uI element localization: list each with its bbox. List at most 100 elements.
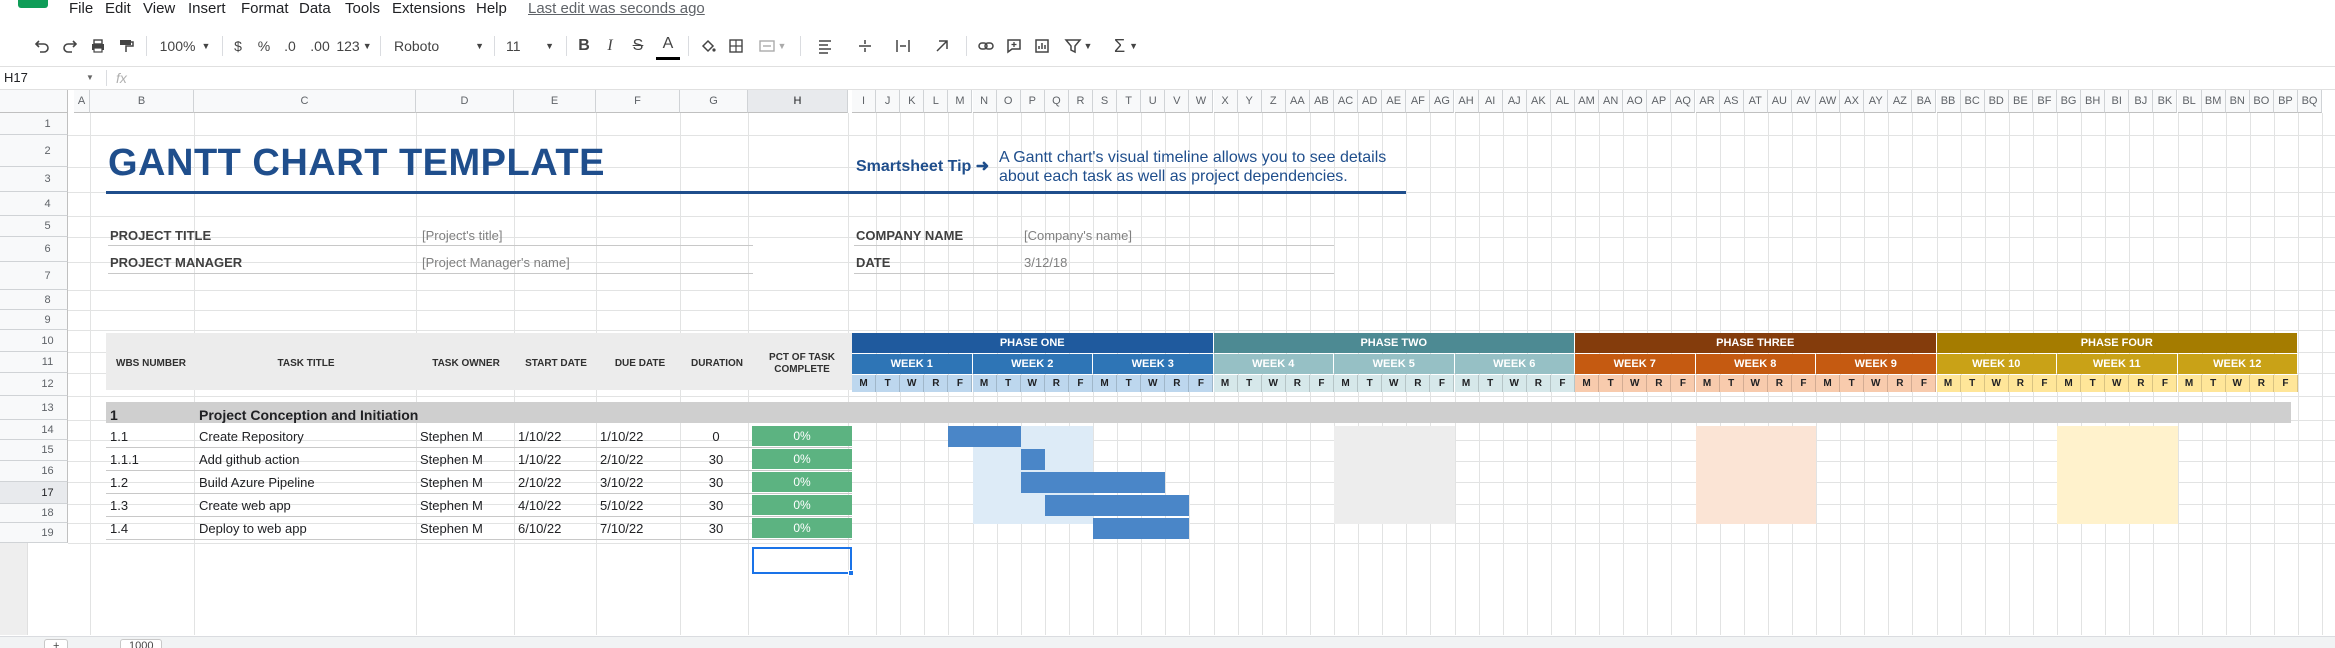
column-header[interactable]: AT — [1743, 90, 1768, 113]
column-header[interactable]: AW — [1816, 90, 1841, 113]
zoom-select[interactable]: 100% ▼ — [156, 28, 214, 64]
task-title[interactable]: Create Repository — [199, 429, 304, 445]
menu-view[interactable]: View — [143, 0, 175, 18]
column-header[interactable]: F — [596, 90, 680, 113]
menu-edit[interactable]: Edit — [105, 0, 131, 18]
task-owner[interactable]: Stephen M — [420, 429, 483, 445]
task-wbs[interactable]: 1.2 — [110, 475, 128, 491]
task-start-date[interactable]: 6/10/22 — [518, 521, 561, 537]
column-header[interactable]: J — [876, 90, 901, 113]
task-duration[interactable]: 0 — [690, 429, 742, 445]
text-rotation-icon[interactable] — [926, 28, 958, 64]
task-pct-complete[interactable]: 0% — [752, 472, 852, 492]
column-header[interactable]: AD — [1358, 90, 1383, 113]
menu-tools[interactable]: Tools — [345, 0, 380, 18]
fill-handle[interactable] — [848, 570, 854, 576]
gantt-bar[interactable] — [948, 426, 1021, 447]
text-wrap-icon[interactable] — [888, 28, 918, 64]
task-duration[interactable]: 30 — [690, 475, 742, 491]
column-header[interactable]: AB — [1309, 90, 1334, 113]
row-header[interactable]: 8 — [0, 290, 68, 310]
task-pct-complete[interactable]: 0% — [752, 518, 852, 538]
task-wbs[interactable]: 1.4 — [110, 521, 128, 537]
column-header[interactable]: AN — [1599, 90, 1624, 113]
column-header[interactable]: M — [948, 90, 973, 113]
column-header[interactable]: B — [90, 90, 194, 113]
task-duration[interactable]: 30 — [690, 498, 742, 514]
column-header[interactable]: AZ — [1888, 90, 1913, 113]
column-header[interactable]: BO — [2249, 90, 2274, 113]
column-header[interactable]: AU — [1767, 90, 1792, 113]
insert-link-icon[interactable] — [974, 28, 998, 64]
column-header[interactable]: AO — [1623, 90, 1648, 113]
column-header[interactable]: AI — [1478, 90, 1503, 113]
section-wbs[interactable]: 1 — [110, 407, 118, 423]
task-pct-complete[interactable]: 0% — [752, 449, 852, 469]
project-title-value[interactable]: [Project's title] — [422, 228, 503, 243]
column-header[interactable]: O — [996, 90, 1021, 113]
column-header[interactable]: AV — [1791, 90, 1816, 113]
gantt-bar[interactable] — [1020, 472, 1166, 493]
sheet-tab[interactable]: 1000 — [120, 639, 163, 648]
task-due-date[interactable]: 2/10/22 — [600, 452, 643, 468]
task-start-date[interactable]: 1/10/22 — [518, 452, 561, 468]
row-header[interactable]: 5 — [0, 216, 68, 237]
column-header[interactable]: P — [1020, 90, 1045, 113]
row-header[interactable]: 7 — [0, 262, 68, 290]
italic-button[interactable]: I — [600, 28, 620, 64]
task-wbs[interactable]: 1.3 — [110, 498, 128, 514]
column-header[interactable]: AY — [1864, 90, 1889, 113]
column-header[interactable]: AS — [1719, 90, 1744, 113]
formula-input[interactable] — [140, 67, 2330, 89]
row-header[interactable]: 3 — [0, 167, 68, 192]
font-size-select[interactable]: 11 ▼ — [502, 28, 558, 64]
menu-file[interactable]: File — [69, 0, 93, 18]
column-header[interactable]: C — [194, 90, 416, 113]
menu-help[interactable]: Help — [476, 0, 507, 18]
column-header[interactable]: U — [1141, 90, 1166, 113]
increase-decimal-button[interactable]: .00 — [306, 28, 334, 64]
task-due-date[interactable]: 1/10/22 — [600, 429, 643, 445]
row-header[interactable]: 2 — [0, 135, 68, 167]
column-header[interactable]: AG — [1430, 90, 1455, 113]
fill-color-icon[interactable] — [696, 28, 720, 64]
task-due-date[interactable]: 3/10/22 — [600, 475, 643, 491]
row-header[interactable]: 4 — [0, 192, 68, 216]
column-header[interactable]: BE — [2008, 90, 2033, 113]
column-header[interactable]: AH — [1454, 90, 1479, 113]
column-header[interactable]: R — [1068, 90, 1093, 113]
task-wbs[interactable]: 1.1.1 — [110, 452, 139, 468]
column-header[interactable]: Z — [1261, 90, 1286, 113]
column-header[interactable]: AJ — [1502, 90, 1527, 113]
task-due-date[interactable]: 7/10/22 — [600, 521, 643, 537]
task-title[interactable]: Build Azure Pipeline — [199, 475, 315, 491]
column-header[interactable]: S — [1093, 90, 1118, 113]
column-header[interactable]: AE — [1382, 90, 1407, 113]
row-header[interactable]: 18 — [0, 504, 68, 523]
column-header[interactable]: BP — [2273, 90, 2298, 113]
column-header[interactable]: BD — [1984, 90, 2009, 113]
column-header[interactable]: AP — [1647, 90, 1672, 113]
column-header[interactable]: H — [748, 90, 848, 113]
column-header[interactable]: Y — [1237, 90, 1262, 113]
borders-icon[interactable] — [724, 28, 748, 64]
column-header[interactable]: BN — [2225, 90, 2250, 113]
column-header[interactable]: BI — [2105, 90, 2130, 113]
row-header[interactable]: 6 — [0, 237, 68, 262]
column-header[interactable]: K — [900, 90, 925, 113]
bold-button[interactable]: B — [574, 28, 594, 64]
column-header[interactable]: BL — [2177, 90, 2202, 113]
selected-cell[interactable] — [752, 547, 852, 574]
column-header[interactable]: N — [972, 90, 997, 113]
task-owner[interactable]: Stephen M — [420, 452, 483, 468]
column-header[interactable]: L — [924, 90, 949, 113]
task-pct-complete[interactable]: 0% — [752, 426, 852, 446]
column-header[interactable]: I — [852, 90, 877, 113]
task-owner[interactable]: Stephen M — [420, 521, 483, 537]
task-duration[interactable]: 30 — [690, 521, 742, 537]
row-header[interactable]: 13 — [0, 396, 68, 420]
sheets-logo-icon[interactable] — [18, 0, 48, 8]
row-header[interactable]: 11 — [0, 352, 68, 373]
task-owner[interactable]: Stephen M — [420, 475, 483, 491]
percent-format-button[interactable]: % — [254, 28, 274, 64]
